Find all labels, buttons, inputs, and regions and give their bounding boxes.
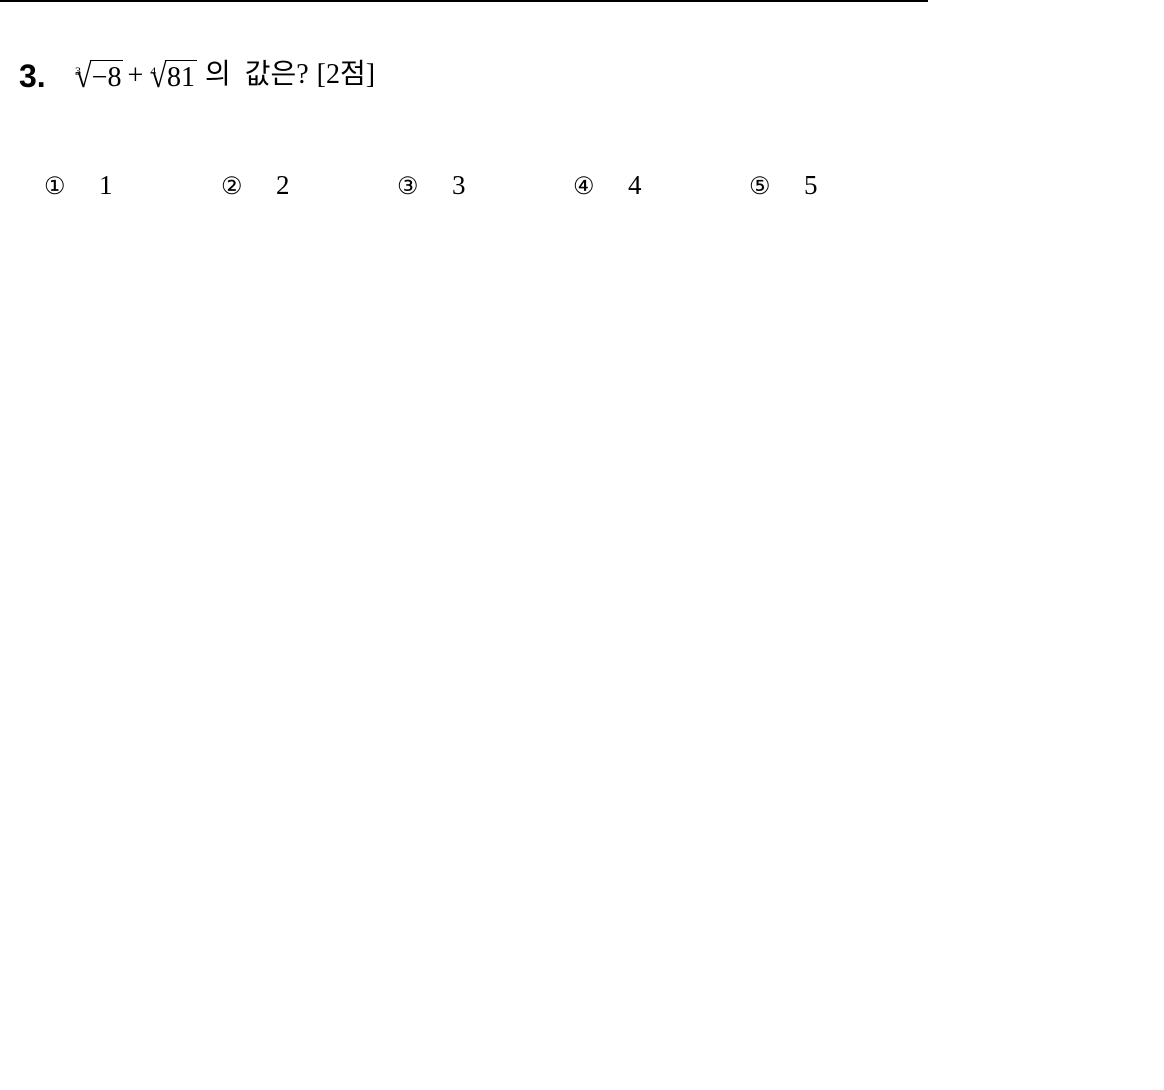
choice-mark: ② xyxy=(221,172,243,200)
choice-value: 1 xyxy=(99,170,113,200)
choice-mark: ③ xyxy=(397,172,419,200)
choice-mark: ① xyxy=(44,172,66,200)
choice-mark: ⑤ xyxy=(749,172,771,200)
question-number: 3. xyxy=(19,58,46,94)
choice-4[interactable]: ④4 xyxy=(573,170,642,201)
question-text: 3 √ −8 + 4 √ 81 의 값은? [2점] xyxy=(72,52,375,94)
radicand: 81 xyxy=(164,60,197,94)
top-rule xyxy=(0,0,928,2)
choice-5[interactable]: ⑤5 xyxy=(749,170,818,201)
choice-2[interactable]: ②2 xyxy=(221,170,290,201)
plus-operator: + xyxy=(127,60,144,91)
cube-root: 3 √ −8 xyxy=(72,58,124,95)
choice-value: 4 xyxy=(628,170,642,200)
radical-sign-icon: √ xyxy=(150,58,168,95)
choice-1[interactable]: ①1 xyxy=(44,170,113,201)
radical-sign-icon: √ xyxy=(74,58,92,95)
choice-value: 2 xyxy=(276,170,290,200)
radicand: −8 xyxy=(89,60,124,94)
fourth-root: 4 √ 81 xyxy=(147,60,197,94)
question-points: [2점] xyxy=(316,59,376,90)
choice-3[interactable]: ③3 xyxy=(397,170,466,201)
choice-value: 3 xyxy=(452,170,466,200)
question-prompt: 의 값은? xyxy=(204,59,309,90)
choice-value: 5 xyxy=(804,170,818,200)
choice-mark: ④ xyxy=(573,172,595,200)
